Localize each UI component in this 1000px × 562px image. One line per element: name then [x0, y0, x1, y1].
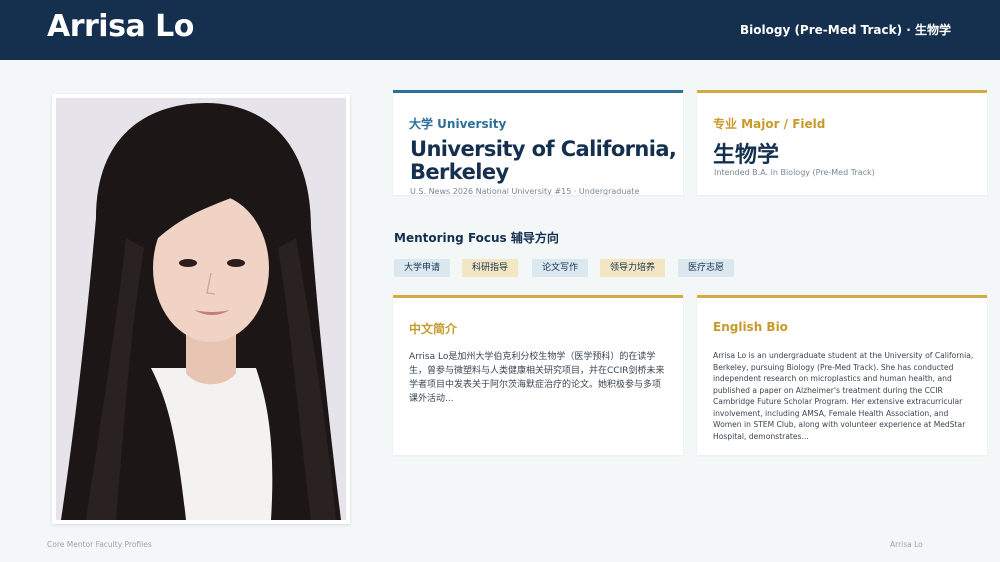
bio-en-card: English Bio Arrisa Lo is an undergraduat…	[697, 295, 987, 455]
university-card: 大学 University University of California, …	[393, 90, 683, 195]
focus-tag: 大学申请	[394, 259, 451, 277]
major-name: 生物学	[713, 143, 780, 168]
focus-tag: 医疗志愿	[678, 259, 735, 277]
bio-cn-title: 中文简介	[409, 322, 458, 336]
bio-cn-card: 中文简介 Arrisa Lo是加州大学伯克利分校生物学（医学预科）的在读学生，曾…	[393, 295, 683, 455]
focus-tag: 科研指导	[462, 259, 519, 277]
profile-photo	[56, 98, 346, 520]
major-label: 专业 Major / Field	[713, 117, 826, 131]
major-card: 专业 Major / Field 生物学 Intended B.A. in Bi…	[697, 90, 987, 195]
bio-en-title: English Bio	[713, 320, 788, 334]
footer-left: Core Mentor Faculty Profiles	[47, 540, 152, 549]
university-subtitle: U.S. News 2026 National University #15 ·…	[410, 187, 640, 195]
track-label: Biology (Pre-Med Track) · 生物学	[740, 23, 951, 37]
footer-right: Arrisa Lo	[890, 540, 923, 549]
focus-tag: 论文写作	[532, 259, 589, 277]
focus-tag: 领导力培养	[600, 259, 666, 277]
bio-en-text: Arrisa Lo is an undergraduate student at…	[713, 351, 974, 441]
bio-cn-text: Arrisa Lo是加州大学伯克利分校生物学（医学预科）的在读学生，曾参与微塑料…	[409, 352, 665, 404]
portrait-illustration	[56, 98, 346, 520]
university-name: University of California, Berkeley	[410, 137, 677, 184]
university-label: 大学 University	[409, 117, 507, 131]
major-subtitle: Intended B.A. in Biology (Pre-Med Track)	[714, 168, 875, 177]
mentor-name: Arrisa Lo	[47, 9, 194, 44]
mentoring-focus-title: Mentoring Focus 辅导方向	[394, 231, 559, 245]
profile-photo-frame	[52, 94, 350, 524]
header-bar: Arrisa Lo Biology (Pre-Med Track) · 生物学	[0, 0, 1000, 60]
